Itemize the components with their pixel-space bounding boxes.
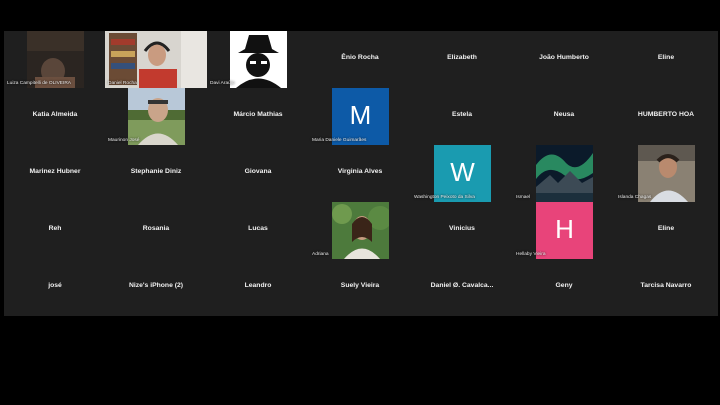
participant-video (128, 88, 185, 145)
participant-tile[interactable]: Rosania (105, 202, 207, 259)
participant-name: Marinez Hubner (29, 168, 81, 175)
participant-tile[interactable]: Maurinon José (105, 88, 207, 145)
participant-tile[interactable]: Nize's iPhone (2) (105, 259, 207, 316)
participant-tile[interactable]: H Hellaby Vieira (513, 202, 615, 259)
participant-name: Suely Vieira (340, 282, 380, 289)
participant-tile[interactable]: Daniel Ø. Cavalca... (411, 259, 513, 316)
participant-name: Islanda Chagas (618, 195, 652, 200)
participant-gallery: Luiza Campitelli de OLIVEIRA Daniel Roch… (4, 31, 718, 316)
participant-name: Daniel Rocha (108, 81, 137, 86)
participant-name: Estela (451, 111, 473, 118)
participant-video (230, 31, 287, 88)
participant-name: Tarcisa Navarro (640, 282, 692, 289)
participant-name: Vinicius (449, 225, 475, 232)
participant-avatar: H (536, 202, 593, 259)
participant-avatar: M (332, 88, 389, 145)
participant-tile[interactable]: W Washington Peixoto da Silva (411, 145, 513, 202)
participant-tile[interactable]: Eline (615, 202, 717, 259)
participant-tile[interactable]: Eline (615, 31, 717, 88)
participant-tile[interactable]: Geny (513, 259, 615, 316)
participant-tile[interactable]: Giovana (207, 145, 309, 202)
participant-tile[interactable]: josé (4, 259, 106, 316)
participant-tile[interactable]: M Maria Daniele Guimarães (309, 88, 411, 145)
participant-tile[interactable]: Marinez Hubner (4, 145, 106, 202)
participant-name: Ênio Rocha (341, 54, 379, 61)
participant-name: Hellaby Vieira (516, 252, 546, 257)
gallery-row: Katia Almeida Maurinon José Márcio Mathia… (4, 88, 718, 145)
gallery-row: Luiza Campitelli de OLIVEIRA Daniel Roch… (4, 31, 718, 88)
participant-video (536, 145, 593, 202)
participant-tile[interactable]: Virginia Alves (309, 145, 411, 202)
participant-name: Washington Peixoto da Silva (414, 195, 475, 200)
participant-tile[interactable]: Vinicius (411, 202, 513, 259)
participant-tile[interactable]: Daniel Rocha (105, 31, 207, 88)
participant-tile[interactable]: Suely Vieira (309, 259, 411, 316)
participant-name: Maurinon José (108, 138, 140, 143)
participant-name: Nize's iPhone (2) (128, 282, 184, 289)
participant-name: Reh (48, 225, 62, 232)
participant-name: Ismael (516, 195, 531, 200)
participant-name: Virginia Alves (337, 168, 383, 175)
participant-name: josé (48, 282, 62, 289)
participant-name: Elizabeth (447, 54, 477, 61)
participant-video (332, 202, 389, 259)
participant-name: Márcio Mathias (233, 111, 283, 118)
participant-tile[interactable]: Ênio Rocha (309, 31, 411, 88)
participant-tile[interactable]: Estela (411, 88, 513, 145)
participant-tile[interactable]: Luiza Campitelli de OLIVEIRA (4, 31, 106, 88)
participant-tile[interactable]: Tarcisa Navarro (615, 259, 717, 316)
participant-name: Lucas (248, 225, 268, 232)
participant-name: Stephanie Diniz (130, 168, 182, 175)
participant-name: Katia Almeida (32, 111, 78, 118)
participant-tile[interactable]: Katia Almeida (4, 88, 106, 145)
participant-tile[interactable]: HUMBERTO HOA (615, 88, 717, 145)
participant-tile[interactable]: Neusa (513, 88, 615, 145)
avatar-initial: H (555, 214, 574, 244)
participant-avatar: W (434, 145, 491, 202)
participant-tile[interactable]: Lucas (207, 202, 309, 259)
participant-tile[interactable]: Ismael (513, 145, 615, 202)
participant-name: Giovana (244, 168, 272, 175)
participant-name: Geny (555, 282, 573, 289)
participant-tile[interactable]: Leandro (207, 259, 309, 316)
participant-name: Adriana (312, 252, 329, 257)
gallery-row: josé Nize's iPhone (2) Leandro Suely Vieira… (4, 259, 718, 316)
participant-video (638, 145, 695, 202)
participant-tile[interactable]: João Humberto (513, 31, 615, 88)
participant-video (105, 31, 207, 88)
participant-name: Luiza Campitelli de OLIVEIRA (7, 81, 71, 86)
participant-tile[interactable]: Adriana (309, 202, 411, 259)
participant-name: Davi Araújo (210, 81, 235, 86)
gallery-row: Marinez Hubner Stephanie Diniz Giovana Virg… (4, 145, 718, 202)
participant-name: Eline (657, 54, 675, 61)
participant-name: João Humberto (539, 54, 589, 61)
participant-tile[interactable]: Reh (4, 202, 106, 259)
participant-name: HUMBERTO HOA (637, 111, 695, 118)
participant-name: Rosania (142, 225, 170, 232)
participant-name: Maria Daniele Guimarães (312, 138, 367, 143)
gallery-row: Reh Rosania Lucas Adriana Vinicius H Hellaby … (4, 202, 718, 259)
participant-name: Eline (657, 225, 675, 232)
participant-tile[interactable]: Stephanie Diniz (105, 145, 207, 202)
participant-tile[interactable]: Elizabeth (411, 31, 513, 88)
participant-video (27, 31, 84, 88)
participant-tile[interactable]: Davi Araújo (207, 31, 309, 88)
participant-name: Leandro (244, 282, 272, 289)
avatar-initial: M (349, 100, 372, 130)
participant-tile[interactable]: Islanda Chagas (615, 145, 717, 202)
participant-name: Daniel Ø. Cavalca... (430, 282, 494, 289)
participant-name: Neusa (553, 111, 575, 118)
avatar-initial: W (450, 157, 475, 187)
participant-tile[interactable]: Márcio Mathias (207, 88, 309, 145)
